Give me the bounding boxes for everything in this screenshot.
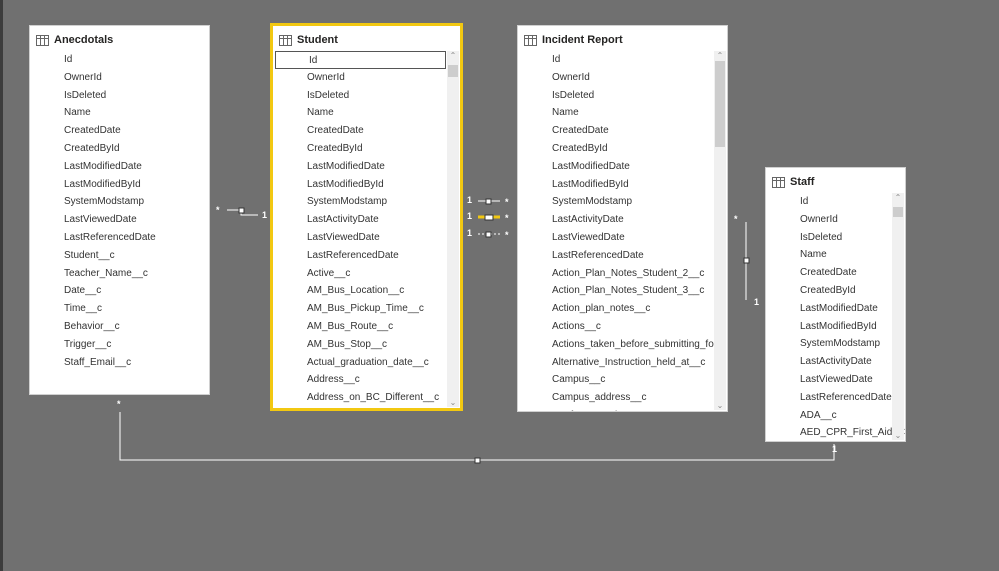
cardinality-many: * (505, 213, 509, 223)
cardinality-one: 1 (467, 195, 473, 205)
rel-anecdotals-staff (119, 412, 835, 461)
cardinality-one: 1 (467, 228, 473, 238)
cardinality-many: * (505, 230, 509, 240)
cardinality-one: 1 (832, 444, 838, 454)
cardinality-many: * (505, 197, 509, 207)
cardinality-one: 1 (754, 297, 760, 307)
cardinality-many: * (216, 205, 220, 215)
cardinality-many: * (117, 399, 121, 409)
cardinality-one: 1 (262, 210, 268, 220)
relationship-lines (119, 198, 835, 464)
cardinality-many: * (734, 214, 738, 224)
cardinality-one: 1 (467, 211, 473, 221)
